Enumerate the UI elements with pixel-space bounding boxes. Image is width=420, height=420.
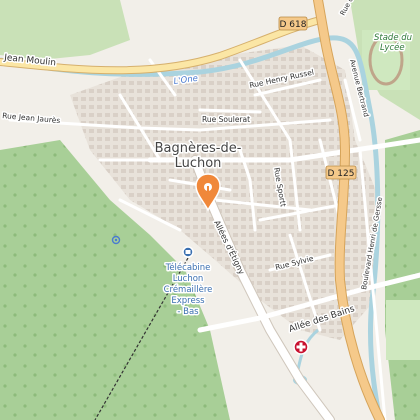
- svg-text:D 618: D 618: [280, 20, 307, 30]
- sports-field: [386, 300, 420, 360]
- map-svg: D 618 D 125 Jean Moulin L'One Rue Henry …: [0, 0, 420, 420]
- road-shield-d618: D 618: [278, 16, 308, 31]
- pharmacy-cross-icon[interactable]: [293, 339, 309, 355]
- svg-text:D 125: D 125: [328, 169, 355, 179]
- town-label-line2: Luchon: [175, 156, 222, 171]
- poi-label-line1: Télécabine: [165, 262, 211, 273]
- cable-car-station-icon[interactable]: [182, 246, 194, 258]
- town-label-line1: Bagnères-de-: [155, 141, 242, 156]
- street-label-soulerat: Rue Soulerat: [202, 115, 250, 124]
- road-shield-d125: D 125: [325, 165, 357, 180]
- poi-label-line4: Express: [171, 296, 205, 306]
- map-canvas[interactable]: D 618 D 125 Jean Moulin L'One Rue Henry …: [0, 0, 420, 420]
- stadium-label-line1: Stade du: [374, 33, 412, 43]
- poi-label-line3: Crémaillère: [164, 284, 213, 295]
- poi-label-line5: - Bas: [177, 307, 199, 317]
- stadium-label-line2: Lycée: [380, 42, 405, 53]
- poi-label-line2: Luchon: [173, 274, 204, 284]
